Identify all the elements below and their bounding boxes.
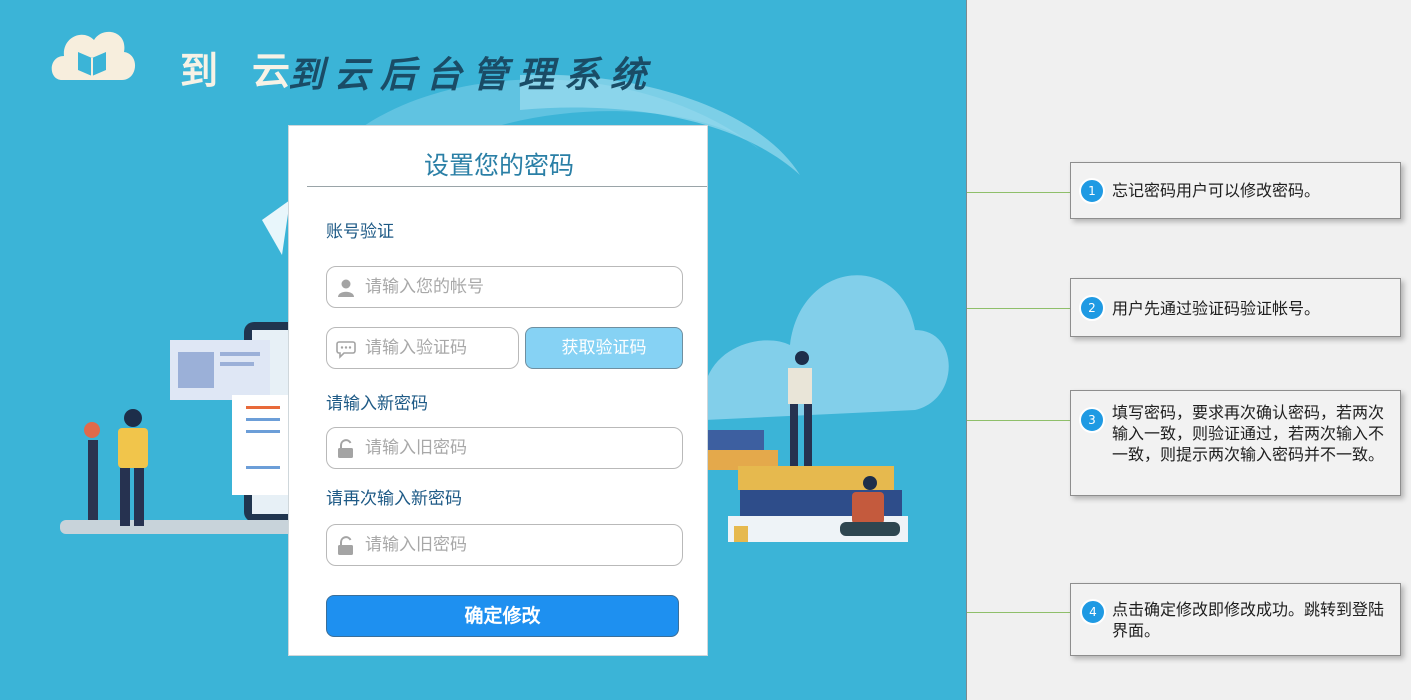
chat-bubble-icon — [336, 341, 356, 359]
lock-icon — [338, 439, 353, 458]
annotation-note: 2 用户先通过验证码验证帐号。 — [1070, 278, 1401, 337]
app-screenshot: 到云 到云后台管理系统 设置您的密码 账号验证 获取验证码 请输入新密码 — [0, 0, 967, 700]
reset-password-form: 设置您的密码 账号验证 获取验证码 请输入新密码 — [288, 125, 708, 656]
lock-icon — [338, 536, 353, 555]
form-title: 设置您的密码 — [423, 151, 574, 180]
account-verification-label: 账号验证 — [326, 222, 394, 242]
title-divider — [307, 186, 707, 187]
connector-line — [967, 420, 1070, 421]
code-input[interactable] — [365, 328, 508, 368]
new-password-field[interactable] — [326, 427, 683, 469]
account-input[interactable] — [365, 267, 672, 307]
annotation-note: 4 点击确定修改即修改成功。跳转到登陆界面。 — [1070, 583, 1401, 656]
confirm-change-button[interactable]: 确定修改 — [326, 595, 679, 637]
annotation-number-badge: 2 — [1079, 295, 1105, 321]
annotation-number-badge: 4 — [1080, 599, 1106, 625]
confirm-password-field[interactable] — [326, 524, 683, 566]
annotation-number-badge: 1 — [1079, 178, 1105, 204]
account-field[interactable] — [326, 266, 683, 308]
annotation-note: 3 填写密码，要求再次确认密码，若两次输入一致，则验证通过，若两次输入不一致，则… — [1070, 390, 1401, 496]
user-icon — [338, 279, 354, 297]
confirm-password-label: 请再次输入新密码 — [326, 489, 462, 509]
annotation-number-badge: 3 — [1079, 407, 1105, 433]
connector-line — [967, 308, 1070, 309]
annotation-text: 忘记密码用户可以修改密码。 — [1112, 181, 1321, 200]
confirm-password-input[interactable] — [365, 525, 672, 565]
annotation-text: 填写密码，要求再次确认密码，若两次输入一致，则验证通过，若两次输入不一致，则提示… — [1112, 403, 1385, 464]
annotation-text: 点击确定修改即修改成功。跳转到登陆界面。 — [1112, 600, 1385, 640]
connector-line — [967, 192, 1070, 193]
annotation-note: 1 忘记密码用户可以修改密码。 — [1070, 162, 1401, 219]
cloud-book-logo-icon — [51, 31, 136, 80]
new-password-input[interactable] — [365, 428, 672, 468]
new-password-label: 请输入新密码 — [326, 394, 428, 414]
annotation-text: 用户先通过验证码验证帐号。 — [1112, 299, 1321, 318]
code-field[interactable] — [326, 327, 519, 369]
connector-line — [967, 612, 1070, 613]
get-code-button[interactable]: 获取验证码 — [525, 327, 683, 369]
system-title: 到云后台管理系统 — [288, 54, 657, 96]
